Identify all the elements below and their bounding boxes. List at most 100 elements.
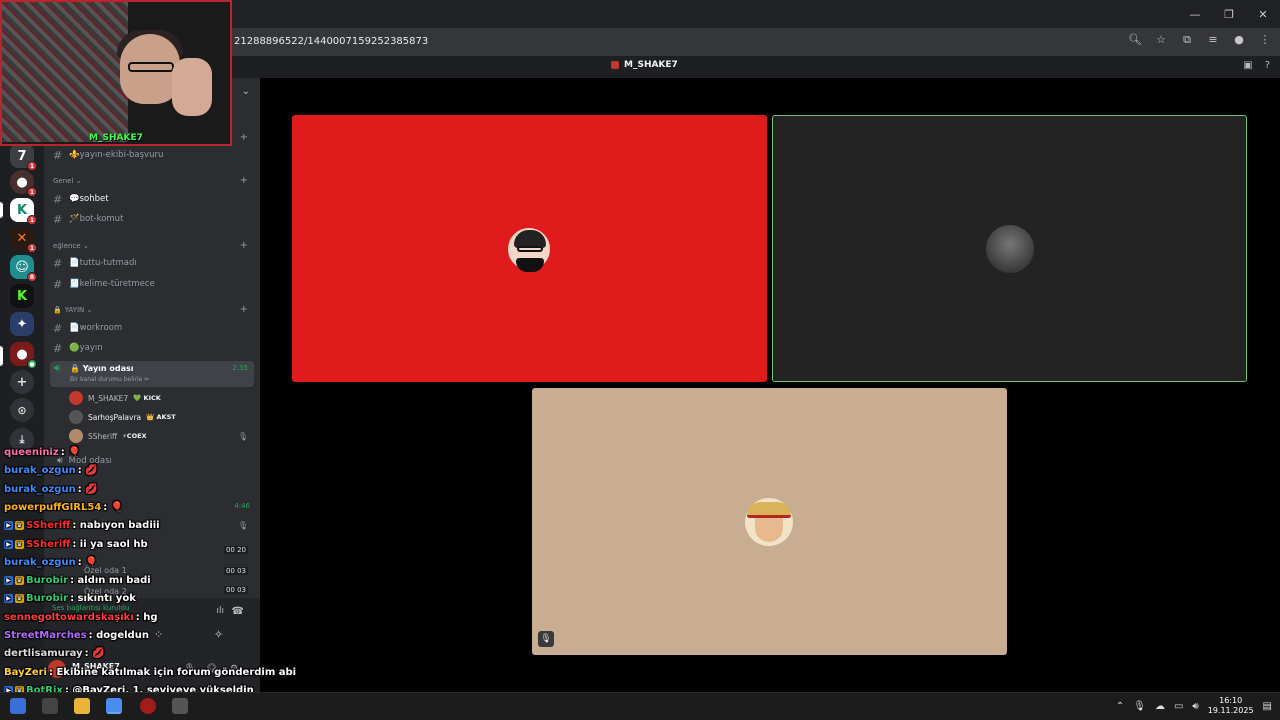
avatar xyxy=(986,225,1034,273)
soundboard-icon[interactable]: ✧ xyxy=(214,628,223,641)
channel-workroom[interactable]: # 📄workroom xyxy=(53,320,122,336)
minimize-button[interactable]: — xyxy=(1178,0,1212,28)
chat-message: BayZeri: Ekibine katılmak için forum gön… xyxy=(4,667,296,678)
voice-user[interactable]: SSheriff ⚡COEX xyxy=(69,429,147,443)
server-icon-1[interactable]: 71 xyxy=(10,144,37,171)
chat-message: powerpuffGIRL54: 🎈 xyxy=(4,502,123,513)
hash-icon: # xyxy=(53,192,63,206)
chat-message: queeniniz: 🎈 xyxy=(4,447,81,458)
video-tile-m-shake7[interactable] xyxy=(292,115,767,382)
webcam-background xyxy=(2,2,128,142)
notification-icon[interactable]: ▤ xyxy=(1263,701,1272,712)
active-pill xyxy=(0,346,3,366)
chat-message: ▶ ♛ Burobir: aldın mı badi xyxy=(4,575,151,586)
voice-stage: 🎙︎ xyxy=(260,78,1280,692)
chat-message: ▶ ♛ SSheriff: nabıyon badiii xyxy=(4,520,160,531)
inbox-icon[interactable]: ▣ xyxy=(1243,60,1252,71)
server-icon-6[interactable]: ✦ xyxy=(10,312,34,336)
extensions-icon[interactable]: ⧉ xyxy=(1180,33,1194,47)
chat-badge-icon: ♛ xyxy=(15,576,24,586)
channel-kelime-turetmece[interactable]: # 🧾kelime-türetmece xyxy=(53,276,155,292)
category-genel[interactable]: Genel ⌄ xyxy=(53,177,82,185)
chevron-up-icon[interactable]: ⌃ xyxy=(1116,701,1124,712)
voice-user[interactable]: SarhoşPalavra 👑 AKST xyxy=(69,410,176,424)
restore-button[interactable]: ❐ xyxy=(1212,0,1246,28)
chat-username: sennegoltowardskaşıkı xyxy=(4,611,134,623)
chat-text: : 💋 xyxy=(84,648,105,660)
media-icon[interactable]: ≡ xyxy=(1206,33,1220,47)
kebab-menu-icon[interactable]: ⋮ xyxy=(1258,33,1272,47)
noise-suppression-icon[interactable]: ılı xyxy=(216,606,224,616)
star-icon[interactable]: ☆ xyxy=(1154,33,1168,47)
system-tray: ⌃ 🎙︎ ☁ ▭ 🔊︎ 16:10 19.11.2025 ▤ xyxy=(1116,692,1272,720)
unread-badge: 1 xyxy=(27,243,37,253)
server-icon-2[interactable]: ● 1 xyxy=(10,170,37,197)
server-icon-5[interactable]: ☺ 8 xyxy=(10,255,37,282)
activities-icon[interactable]: ⁘ xyxy=(154,628,163,641)
server-icon-4[interactable]: ✕ 1 xyxy=(10,226,37,253)
toolbar-icons: 🔍︎ ☆ ⧉ ≡ ● ⋮ xyxy=(1128,33,1272,47)
volume-icon[interactable]: 🔊︎ xyxy=(1192,701,1198,712)
cloud-icon[interactable]: ☁ xyxy=(1155,701,1165,712)
mic-icon[interactable]: 🎙︎ xyxy=(1133,701,1146,712)
chat-badge-icon: ♛ xyxy=(15,539,24,549)
voice-channel-yayin-odasi[interactable]: 🔊︎ 🔒 Yayın odası 2:35 Bir kanal durumu b… xyxy=(50,361,254,387)
windows-taskbar xyxy=(0,692,1280,720)
help-icon[interactable]: ? xyxy=(1265,60,1270,71)
app-icon[interactable] xyxy=(172,698,188,714)
chat-message: ▶ ♛ SSheriff: ii ya saol hb xyxy=(4,539,148,550)
chat-text: : nabıyon badiii xyxy=(72,520,160,532)
chat-text: : 🎈 xyxy=(103,501,124,513)
zoom-icon[interactable]: 🔍︎ xyxy=(1128,33,1142,47)
profile-avatar-icon[interactable]: ● xyxy=(1232,33,1246,47)
chrome-icon[interactable] xyxy=(106,698,122,714)
add-channel-icon[interactable]: + xyxy=(240,304,248,315)
clock[interactable]: 16:10 19.11.2025 xyxy=(1208,696,1254,716)
channel-tuttu-tutmadi[interactable]: # 📄tuttu-tutmadı xyxy=(53,255,137,271)
url-text[interactable]: 21288896522/1440007159252385873 xyxy=(234,36,428,47)
avatar xyxy=(69,410,83,424)
obs-icon[interactable] xyxy=(140,698,156,714)
network-icon[interactable]: ▭ xyxy=(1174,701,1183,712)
server-menu-chevron-icon[interactable]: ⌄ xyxy=(242,86,250,97)
chat-message: dertlisamuray: 💋 xyxy=(4,648,105,659)
chat-badge-icon: ▶ xyxy=(4,576,13,586)
chat-username: Burobir xyxy=(26,575,69,587)
server-icon xyxy=(611,61,619,69)
server-title: M_SHAKE7 xyxy=(611,60,678,70)
avatar xyxy=(69,429,83,443)
server-icon-3[interactable]: K1 xyxy=(10,198,37,225)
add-channel-icon[interactable]: + xyxy=(240,240,248,251)
voice-user[interactable]: M_SHAKE7 💚 KICK xyxy=(69,391,161,405)
file-explorer-icon[interactable] xyxy=(74,698,90,714)
chat-message: sennegoltowardskaşıkı: hg xyxy=(4,612,158,623)
category-eglence[interactable]: eğlence ⌄ xyxy=(53,242,89,250)
chat-message: ▶ ♛ Burobir: sıkıntı yok xyxy=(4,593,136,604)
server-icon-active[interactable]: ● ● xyxy=(10,342,37,369)
add-channel-icon[interactable]: + xyxy=(240,175,248,186)
channel-yayin-ekibi[interactable]: # ⚜️yayın-ekibi-başvuru xyxy=(53,147,163,163)
category-yayin[interactable]: 🔒 YAYIN ⌄ xyxy=(53,306,92,314)
channel-sohbet[interactable]: # 💬sohbet xyxy=(53,191,109,207)
add-channel-icon[interactable]: + xyxy=(240,132,248,143)
chat-message: burak_ozgun: 💋 xyxy=(4,465,98,476)
start-icon[interactable] xyxy=(10,698,26,714)
channel-bot-komut[interactable]: # 🪄bot-komut xyxy=(53,211,123,227)
video-tile-sarhos-palavra[interactable] xyxy=(772,115,1247,382)
server-title-label: M_SHAKE7 xyxy=(624,60,678,70)
explore-icon[interactable]: ⊙ xyxy=(10,398,34,422)
disconnect-icon[interactable]: ☎ xyxy=(232,606,244,617)
chat-text: : ii ya saol hb xyxy=(72,538,148,550)
chat-text: : dogeldun xyxy=(88,630,149,641)
chat-username: BayZeri xyxy=(4,666,47,678)
title-icons: ▣ ? xyxy=(1243,60,1270,71)
unread-badge: 1 xyxy=(27,215,37,225)
close-button[interactable]: ✕ xyxy=(1246,0,1280,28)
add-server-icon[interactable]: + xyxy=(10,370,34,394)
webcam-person-glasses xyxy=(128,62,174,72)
hash-icon: # xyxy=(53,148,63,162)
task-view-icon[interactable] xyxy=(42,698,58,714)
server-icon-kick[interactable]: K xyxy=(10,284,34,308)
channel-yayin[interactable]: # 🟢yayın xyxy=(53,340,103,356)
video-tile-ssheriff[interactable]: 🎙︎ xyxy=(532,388,1007,655)
